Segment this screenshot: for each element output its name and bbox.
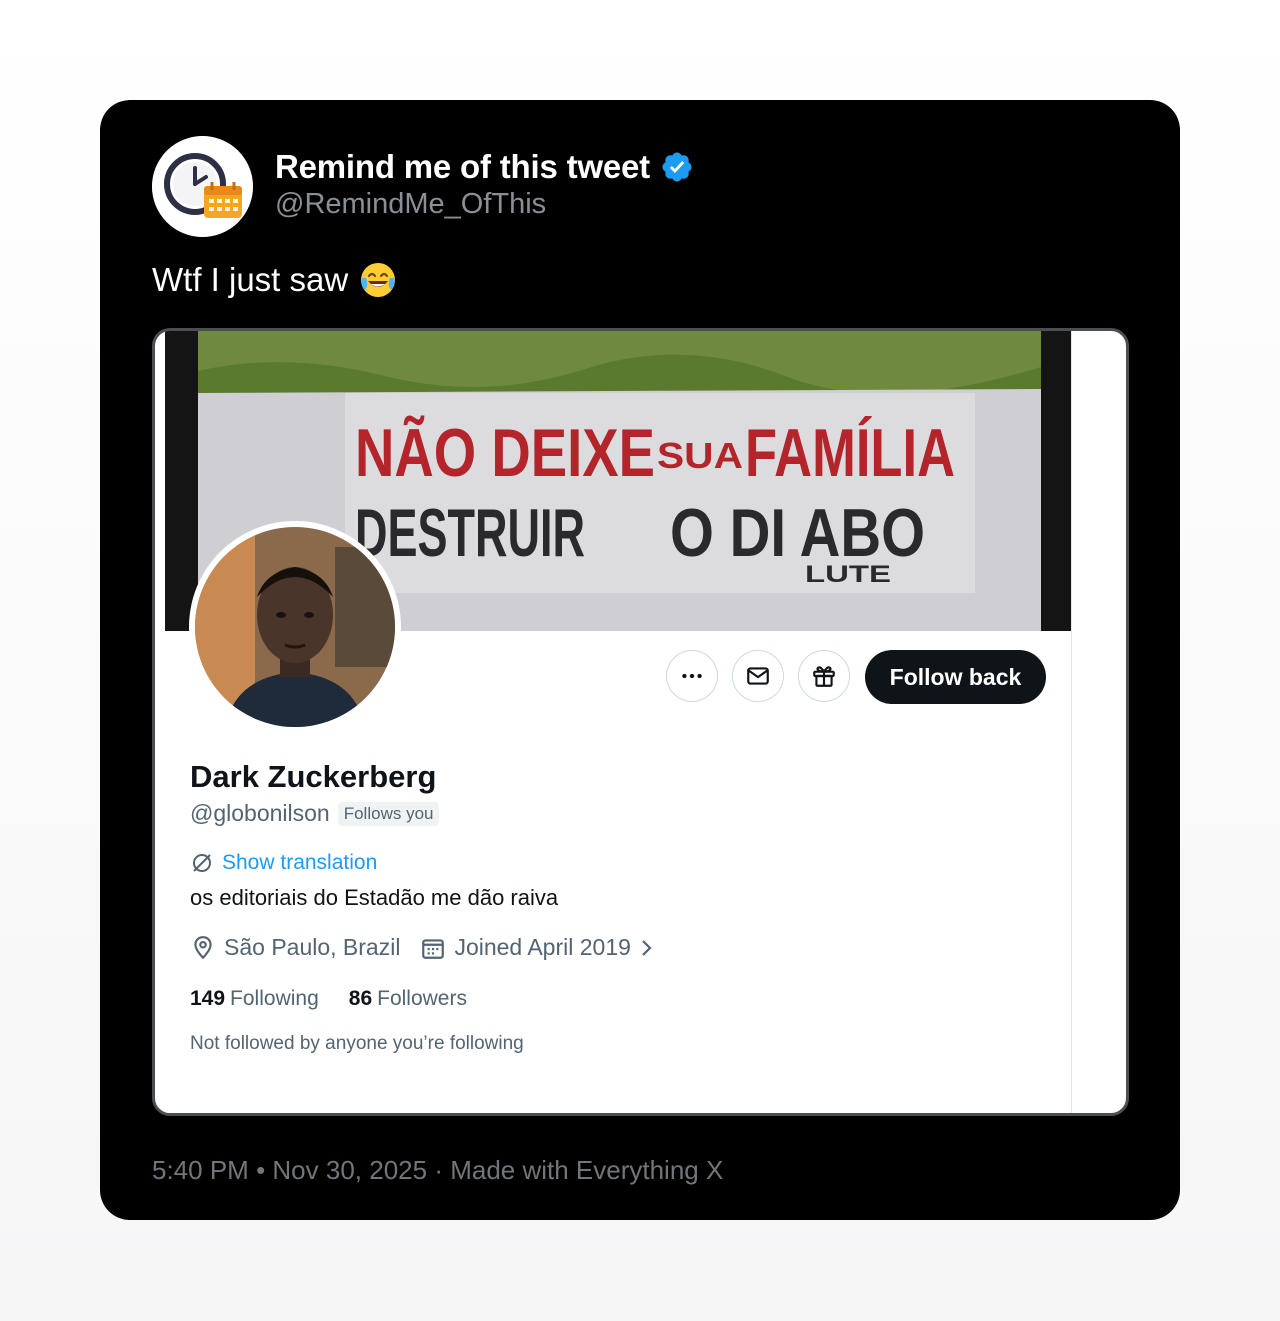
profile-meta-row: São Paulo, Brazil Joined April 2019 [190,934,657,961]
profile-handle: @globonilson [190,800,330,826]
not-followed-note: Not followed by anyone you’re following [190,1033,524,1054]
person-portrait-image [195,527,395,727]
following-label: Following [230,987,319,1010]
clock-calendar-icon [152,136,253,237]
banner-line-1c: FAMÍLIA [745,415,955,491]
followers-stat[interactable]: 86 Followers [349,987,467,1011]
account-handle[interactable]: @RemindMe_OfThis [275,188,546,221]
profile-name: Dark Zuckerberg [190,759,437,794]
account-display-name[interactable]: Remind me of this tweet [275,148,694,186]
profile-bio: os editoriais do Estadão me dão raiva [190,885,559,910]
banner-line-3: LUTE [805,561,891,588]
following-stat[interactable]: 149 Following [190,987,319,1011]
verified-badge-icon [662,152,692,182]
tweet-text-content: Wtf I just saw [152,261,349,298]
show-translation-link[interactable]: Show translation [190,851,377,875]
profile-handle-row: @globonilson Follows you [190,800,440,827]
footer-date: Nov 30, 2025 [272,1155,428,1185]
follow-back-button[interactable]: Follow back [865,650,1046,704]
profile-joined[interactable]: Joined April 2019 [454,934,630,961]
banner-line-2b: O DI ABO [670,495,925,571]
display-name-text: Remind me of this tweet [275,148,650,185]
gift-button[interactable] [798,650,850,702]
more-icon [682,673,702,679]
tweet-media-image[interactable]: NÃO DEIXE SUA FAMÍLIA DESTRUIR O DI ABO … [152,328,1129,1116]
embedded-profile-screenshot: NÃO DEIXE SUA FAMÍLIA DESTRUIR O DI ABO … [165,331,1072,1113]
footer-time: 5:40 PM [152,1155,249,1185]
message-icon [747,667,769,685]
translate-icon [193,854,211,872]
message-button[interactable] [732,650,784,702]
tweet-footer: 5:40 PM • Nov 30, 2025 · Made with Every… [152,1155,723,1186]
account-avatar[interactable] [152,136,253,237]
following-count: 149 [190,987,226,1010]
tweet-card: Remind me of this tweet @RemindMe_OfThis… [100,100,1180,1220]
gift-icon [813,666,835,687]
footer-made-with: · Made with Everything X [434,1155,724,1185]
banner-line-1: NÃO DEIXE [355,415,655,491]
profile-stats-row: 149 Following 86 Followers [190,987,467,1011]
laughing-tears-emoji-icon [361,263,396,297]
calendar-icon [422,938,445,959]
followers-count: 86 [348,987,373,1010]
show-translation-label: Show translation [222,851,378,874]
follows-you-badge: Follows you [337,801,440,826]
location-pin-icon [194,935,212,959]
banner-line-1b: SUA [657,435,743,476]
footer-separator: • [256,1155,266,1185]
more-options-button[interactable] [666,650,718,702]
profile-photo[interactable] [189,521,401,733]
tweet-text: Wtf I just saw [152,260,398,300]
followers-label: Followers [377,987,467,1010]
banner-line-2a: DESTRUIR [355,495,585,571]
chevron-right-icon [642,939,652,956]
profile-location: São Paulo, Brazil [224,934,401,960]
